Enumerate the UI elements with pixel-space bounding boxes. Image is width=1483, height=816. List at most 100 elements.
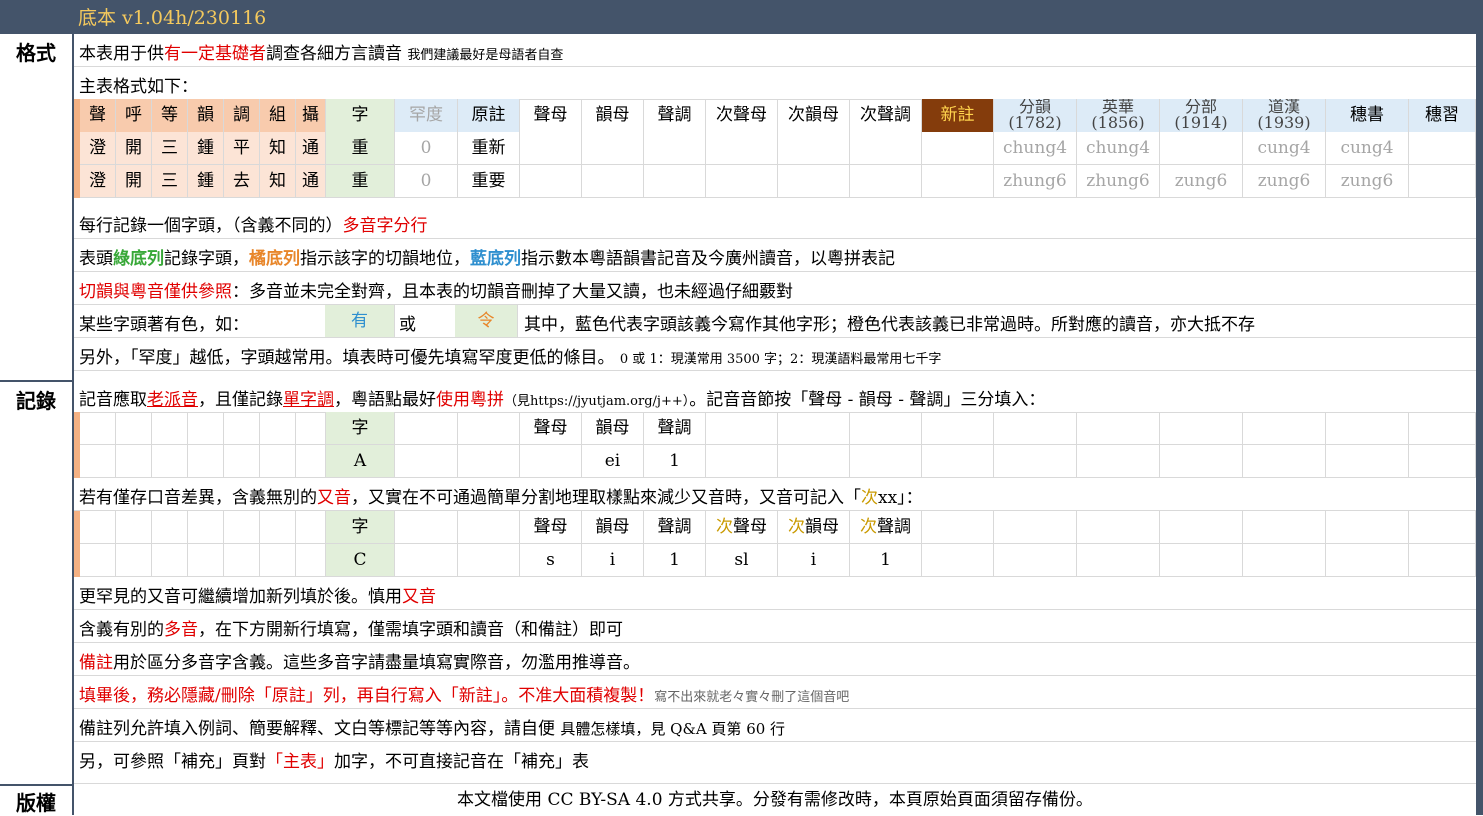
example-cell[interactable] [994, 511, 1077, 544]
table-cell[interactable]: zung6 [1160, 165, 1243, 198]
example-cell[interactable]: 次聲調 [850, 511, 922, 544]
example-cell[interactable] [116, 412, 152, 445]
example-cell[interactable] [1326, 412, 1409, 445]
table-cell[interactable] [1160, 132, 1243, 165]
table-cell[interactable] [922, 132, 994, 165]
example-cell[interactable] [706, 445, 778, 478]
example-cell[interactable] [296, 412, 326, 445]
example-cell[interactable] [706, 412, 778, 445]
table-cell[interactable]: chung4 [1077, 132, 1160, 165]
example-cell[interactable] [778, 445, 850, 478]
example-cell[interactable] [458, 511, 520, 544]
example-cell[interactable] [520, 445, 582, 478]
example-cell[interactable] [1077, 445, 1160, 478]
example-cell[interactable] [1326, 445, 1409, 478]
table-cell[interactable]: 三 [152, 165, 188, 198]
example-cell[interactable] [296, 445, 326, 478]
example-cell[interactable] [260, 445, 296, 478]
example-cell[interactable] [116, 511, 152, 544]
example-cell[interactable]: A [326, 445, 395, 478]
example-cell[interactable] [152, 445, 188, 478]
table-cell[interactable] [644, 165, 706, 198]
example-cell[interactable]: 字 [326, 412, 395, 445]
table-cell[interactable]: zung6 [1326, 165, 1409, 198]
table-cell[interactable]: 平 [224, 132, 260, 165]
example-cell[interactable] [922, 445, 994, 478]
example-cell[interactable] [1243, 544, 1326, 577]
example-cell[interactable]: i [778, 544, 850, 577]
example-cell[interactable]: s [520, 544, 582, 577]
example-cell[interactable] [80, 445, 116, 478]
table-cell[interactable]: 知 [260, 165, 296, 198]
example-cell[interactable] [395, 445, 458, 478]
example-cell[interactable]: 聲母 [520, 511, 582, 544]
table-cell[interactable]: 通 [296, 132, 326, 165]
example-cell[interactable]: ei [582, 445, 644, 478]
example-cell[interactable] [116, 544, 152, 577]
example-cell[interactable] [80, 511, 116, 544]
example-cell[interactable] [1077, 412, 1160, 445]
example-cell[interactable] [922, 511, 994, 544]
table-cell[interactable]: 三 [152, 132, 188, 165]
example-cell[interactable] [1243, 445, 1326, 478]
table-cell[interactable] [778, 165, 850, 198]
example-cell[interactable] [296, 511, 326, 544]
example-cell[interactable] [152, 544, 188, 577]
example-cell[interactable] [260, 544, 296, 577]
table-cell[interactable] [520, 132, 582, 165]
example-cell[interactable] [224, 544, 260, 577]
example-cell[interactable] [1160, 412, 1243, 445]
table-cell[interactable]: 通 [296, 165, 326, 198]
example-cell[interactable]: C [326, 544, 395, 577]
example-cell[interactable] [778, 412, 850, 445]
table-cell[interactable]: cung4 [1243, 132, 1326, 165]
example-cell[interactable] [850, 412, 922, 445]
example-cell[interactable] [1409, 511, 1476, 544]
table-cell[interactable]: zhung6 [1077, 165, 1160, 198]
example-cell[interactable]: 1 [644, 445, 706, 478]
table-cell[interactable]: 0 [395, 132, 458, 165]
example-cell[interactable] [152, 412, 188, 445]
table-cell[interactable] [1409, 132, 1476, 165]
example-cell[interactable] [188, 511, 224, 544]
table-cell[interactable]: 鍾 [188, 165, 224, 198]
table-cell[interactable]: chung4 [994, 132, 1077, 165]
example-cell[interactable] [260, 511, 296, 544]
example-cell[interactable]: 次韻母 [778, 511, 850, 544]
example-cell[interactable] [188, 445, 224, 478]
table-cell[interactable]: 鍾 [188, 132, 224, 165]
example-cell[interactable] [1243, 511, 1326, 544]
table-cell[interactable] [922, 165, 994, 198]
example-cell[interactable]: 聲母 [520, 412, 582, 445]
example-cell[interactable] [994, 445, 1077, 478]
table-cell[interactable]: cung4 [1326, 132, 1409, 165]
table-cell[interactable]: 重 [326, 165, 395, 198]
example-cell[interactable]: 1 [644, 544, 706, 577]
example-cell[interactable]: sl [706, 544, 778, 577]
example-cell[interactable]: i [582, 544, 644, 577]
table-cell[interactable] [582, 132, 644, 165]
example-cell[interactable] [1243, 412, 1326, 445]
example-cell[interactable] [994, 544, 1077, 577]
example-cell[interactable] [152, 511, 188, 544]
example-cell[interactable]: 韻母 [582, 412, 644, 445]
example-cell[interactable] [80, 412, 116, 445]
example-cell[interactable] [994, 412, 1077, 445]
table-cell[interactable]: 重要 [458, 165, 520, 198]
example-cell[interactable]: 次聲母 [706, 511, 778, 544]
table-cell[interactable] [582, 165, 644, 198]
example-cell[interactable] [224, 445, 260, 478]
example-cell[interactable]: 聲調 [644, 412, 706, 445]
example-cell[interactable] [1326, 511, 1409, 544]
table-cell[interactable] [850, 165, 922, 198]
table-cell[interactable]: zhung6 [994, 165, 1077, 198]
table-cell[interactable] [520, 165, 582, 198]
example-cell[interactable] [922, 544, 994, 577]
table-cell[interactable]: 澄 [80, 165, 116, 198]
example-cell[interactable] [922, 412, 994, 445]
example-cell[interactable] [188, 544, 224, 577]
table-cell[interactable] [1409, 165, 1476, 198]
example-cell[interactable] [296, 544, 326, 577]
table-cell[interactable]: 0 [395, 165, 458, 198]
example-cell[interactable]: 1 [850, 544, 922, 577]
